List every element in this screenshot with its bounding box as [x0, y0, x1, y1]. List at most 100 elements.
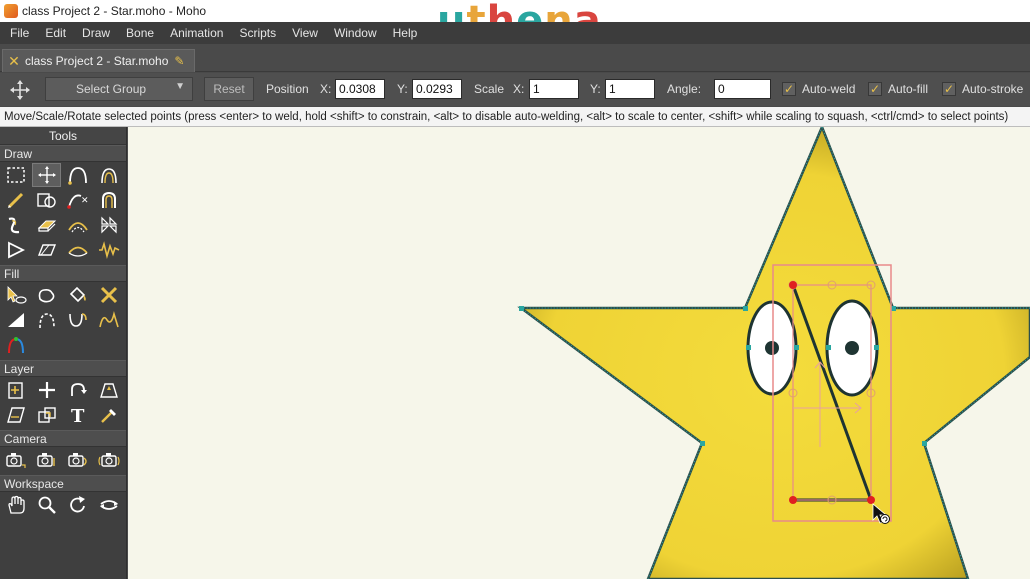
- angle-input[interactable]: [714, 79, 771, 99]
- position-y-input[interactable]: [412, 79, 462, 99]
- position-label: Position: [266, 82, 309, 96]
- draw-shape-icon[interactable]: [32, 188, 61, 212]
- translate-layer-icon[interactable]: [32, 378, 61, 402]
- switch-layer-icon[interactable]: [32, 403, 61, 427]
- svg-text:T: T: [71, 406, 85, 425]
- chevron-down-icon: ▼: [175, 81, 185, 92]
- document-tab[interactable]: ✕ class Project 2 - Star.moho ✎: [2, 49, 195, 72]
- set-origin-icon[interactable]: [1, 378, 30, 402]
- select-points-icon[interactable]: [1, 163, 30, 187]
- tools-panel: Tools Draw ✕ Fill Layer T Camera Workspa…: [0, 127, 127, 579]
- scatter-brush-icon[interactable]: [1, 213, 30, 237]
- reset-button[interactable]: Reset: [204, 77, 254, 101]
- section-workspace[interactable]: Workspace: [0, 475, 126, 492]
- position-y-label: Y:: [397, 82, 408, 96]
- menu-help[interactable]: Help: [385, 26, 426, 40]
- status-message: Move/Scale/Rotate selected points (press…: [0, 107, 1030, 127]
- workspace-tools-grid: [0, 492, 126, 520]
- shear-shape-icon[interactable]: [32, 238, 61, 262]
- scale-layer-icon[interactable]: [94, 378, 123, 402]
- section-camera[interactable]: Camera: [0, 430, 126, 447]
- left-pupil: [765, 341, 779, 355]
- transform-points-icon: [8, 78, 32, 102]
- section-fill[interactable]: Fill: [0, 265, 126, 282]
- scale-y-input[interactable]: [605, 79, 655, 99]
- perspective-points-icon[interactable]: [63, 213, 92, 237]
- line-width-icon[interactable]: [1, 308, 30, 332]
- menu-draw[interactable]: Draw: [74, 26, 118, 40]
- rotate-workspace-icon[interactable]: [63, 493, 92, 517]
- angle-label: Angle:: [667, 82, 702, 96]
- create-shape-icon[interactable]: [32, 283, 61, 307]
- section-draw[interactable]: Draw: [0, 145, 126, 162]
- menu-edit[interactable]: Edit: [37, 26, 74, 40]
- menu-animation[interactable]: Animation: [162, 26, 231, 40]
- pan-tilt-camera-icon[interactable]: [94, 448, 123, 472]
- hand-pan-icon[interactable]: [1, 493, 30, 517]
- canvas-artwork: [517, 127, 1030, 579]
- menu-file[interactable]: File: [2, 26, 37, 40]
- select-group-dropdown[interactable]: Select Group ▼: [45, 77, 193, 101]
- layer-tools-grid: T: [0, 377, 126, 430]
- bend-points-icon[interactable]: [1, 238, 30, 262]
- stroke-exposure-icon[interactable]: [63, 308, 92, 332]
- add-point-icon[interactable]: [63, 163, 92, 187]
- eyedropper-icon[interactable]: [94, 403, 123, 427]
- scale-y-label: Y:: [590, 82, 601, 96]
- tool-options-bar: Select Group ▼ Reset Position X: Y: Scal…: [0, 73, 1030, 106]
- rotate-layer-icon[interactable]: [63, 378, 92, 402]
- modified-pencil-icon: ✎: [174, 54, 185, 68]
- reset-label: Reset: [213, 82, 245, 96]
- auto-weld-checkbox[interactable]: ✓: [782, 82, 796, 96]
- scale-x-input[interactable]: [529, 79, 579, 99]
- svg-text:✕: ✕: [81, 196, 89, 206]
- delete-edge-icon[interactable]: ✕: [63, 188, 92, 212]
- camera-tools-grid: [0, 447, 126, 475]
- zoom-magnifier-icon[interactable]: [32, 493, 61, 517]
- draw-tools-grid: ✕: [0, 162, 126, 265]
- paint-bucket-icon[interactable]: [63, 283, 92, 307]
- roll-camera-icon[interactable]: [63, 448, 92, 472]
- menu-bone[interactable]: Bone: [118, 26, 162, 40]
- delete-shape-icon[interactable]: [94, 283, 123, 307]
- menu-bar: File Edit Draw Bone Animation Scripts Vi…: [0, 22, 1030, 44]
- curvature-icon[interactable]: [94, 163, 123, 187]
- orbit-workspace-icon[interactable]: [94, 493, 123, 517]
- auto-stroke-checkbox[interactable]: ✓: [942, 82, 956, 96]
- position-x-input[interactable]: [335, 79, 385, 99]
- curve-profile-icon[interactable]: [94, 308, 123, 332]
- track-camera-icon[interactable]: [1, 448, 30, 472]
- tools-panel-title: Tools: [0, 127, 126, 145]
- auto-fill-checkbox[interactable]: ✓: [868, 82, 882, 96]
- drawing-canvas[interactable]: [128, 127, 1030, 579]
- menu-window[interactable]: Window: [326, 26, 385, 40]
- select-shape-icon[interactable]: [1, 283, 30, 307]
- freehand-pencil-icon[interactable]: [1, 188, 30, 212]
- shear-layer-icon[interactable]: [1, 403, 30, 427]
- fill-tools-grid: [0, 282, 126, 360]
- scale-x-label: X:: [513, 82, 525, 96]
- close-tab-icon[interactable]: ✕: [3, 53, 25, 70]
- magnet-icon[interactable]: [94, 188, 123, 212]
- noise-icon[interactable]: [94, 238, 123, 262]
- document-tab-bar: ✕ class Project 2 - Star.moho ✎: [0, 44, 1030, 72]
- position-x-label: X:: [320, 82, 332, 96]
- menu-scripts[interactable]: Scripts: [231, 26, 284, 40]
- eraser-icon[interactable]: [32, 213, 61, 237]
- insert-text-icon[interactable]: T: [63, 403, 92, 427]
- right-pupil: [845, 341, 859, 355]
- transform-points-icon[interactable]: [32, 163, 61, 187]
- auto-fill-label: Auto-fill: [888, 82, 929, 96]
- select-group-label: Select Group: [76, 82, 147, 96]
- color-points-icon[interactable]: [1, 333, 30, 357]
- zoom-camera-icon[interactable]: [32, 448, 61, 472]
- menu-view[interactable]: View: [284, 26, 326, 40]
- scale-label: Scale: [474, 82, 505, 96]
- tab-label: class Project 2 - Star.moho: [25, 54, 169, 68]
- auto-weld-label: Auto-weld: [802, 82, 856, 96]
- section-layer[interactable]: Layer: [0, 360, 126, 377]
- shear-points-icon[interactable]: [94, 213, 123, 237]
- auto-stroke-label: Auto-stroke: [962, 82, 1024, 96]
- hide-edge-icon[interactable]: [32, 308, 61, 332]
- smooth-curve-icon[interactable]: [63, 238, 92, 262]
